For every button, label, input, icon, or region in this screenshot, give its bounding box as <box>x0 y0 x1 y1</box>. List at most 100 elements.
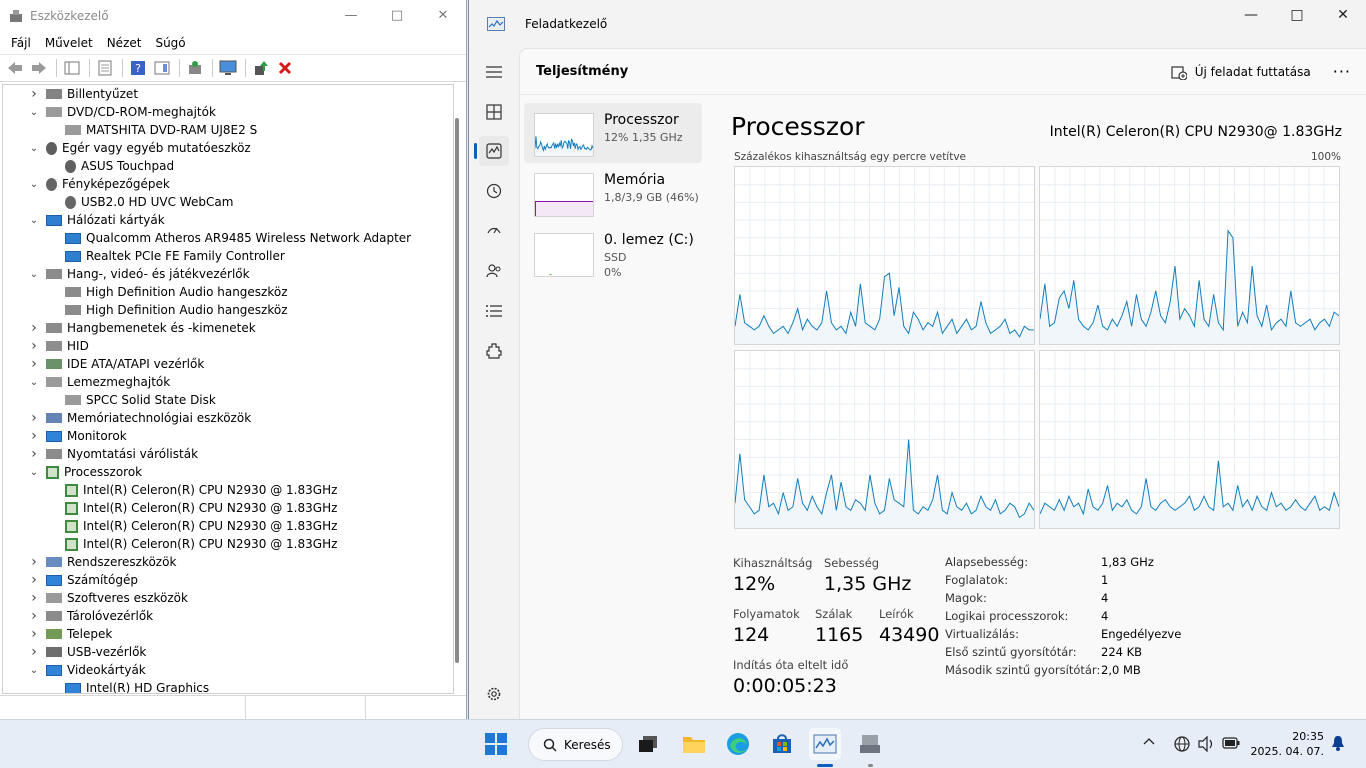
chevron-down-icon[interactable]: ⌄ <box>27 665 41 676</box>
chevron-right-icon[interactable]: › <box>27 644 41 660</box>
device-category[interactable]: ⌄ Egér vagy egyéb mutatóeszköz <box>3 139 453 157</box>
device-category[interactable]: ⌄ Hang-, videó- és játékvezérlők <box>3 265 453 283</box>
device-category[interactable]: › Monitorok <box>3 427 453 445</box>
resource-card-memory[interactable]: Memória 1,8/3,9 GB (46%) <box>524 163 702 223</box>
system-clock[interactable]: 20:35 2025. 04. 07. <box>1251 729 1324 759</box>
store-icon[interactable] <box>766 728 798 760</box>
device-category[interactable]: › USB-vezérlők <box>3 643 453 661</box>
help-icon[interactable]: ? <box>127 57 149 79</box>
chevron-down-icon[interactable]: ⌄ <box>27 215 41 226</box>
task-manager-icon[interactable] <box>809 728 841 760</box>
device-tree-item[interactable]: High Definition Audio hangeszköz <box>3 283 453 301</box>
edge-icon[interactable] <box>722 728 754 760</box>
uninstall-device-icon[interactable] <box>274 57 296 79</box>
resource-card-disk[interactable]: 0. lemez (C:) SSD 0% <box>524 223 702 283</box>
more-options-button[interactable]: ··· <box>1333 62 1351 81</box>
maximize-button[interactable]: □ <box>374 0 420 30</box>
chevron-down-icon[interactable]: ⌄ <box>27 179 41 190</box>
chevron-right-icon[interactable]: › <box>27 626 41 642</box>
run-new-task-button[interactable]: Új feladat futtatása <box>1171 64 1311 80</box>
users-icon[interactable] <box>479 256 509 286</box>
hamburger-menu-icon[interactable] <box>479 57 509 87</box>
device-category[interactable]: › Számítógép <box>3 571 453 589</box>
start-icon[interactable] <box>480 728 512 760</box>
device-tree-item[interactable]: Intel(R) HD Graphics <box>3 679 453 693</box>
action-pane-icon[interactable] <box>151 57 173 79</box>
resource-card-cpu[interactable]: Processzor 12% 1,35 GHz <box>524 103 702 163</box>
device-category[interactable]: ⌄ Videokártyák <box>3 661 453 679</box>
taskbar-search-box[interactable]: Keresés <box>528 728 623 761</box>
back-arrow-icon[interactable] <box>4 57 26 79</box>
notification-bell-icon[interactable] <box>1331 735 1345 754</box>
app-history-icon[interactable] <box>479 176 509 206</box>
chevron-down-icon[interactable]: ⌄ <box>27 467 41 478</box>
processes-icon[interactable] <box>479 97 509 127</box>
maximize-button[interactable]: □ <box>1274 0 1320 30</box>
device-tree-item[interactable]: Intel(R) Celeron(R) CPU N2930 @ 1.83GHz <box>3 535 453 553</box>
chevron-right-icon[interactable]: › <box>27 86 41 102</box>
services-icon[interactable] <box>479 336 509 366</box>
device-tree-scrollbar[interactable] <box>455 118 459 663</box>
file-explorer-icon[interactable] <box>678 728 710 760</box>
device-tree-item[interactable]: Intel(R) Celeron(R) CPU N2930 @ 1.83GHz <box>3 481 453 499</box>
properties-icon[interactable] <box>94 57 116 79</box>
device-tree-item[interactable]: SPCC Solid State Disk <box>3 391 453 409</box>
device-category[interactable]: ⌄ DVD/CD-ROM-meghajtók <box>3 103 453 121</box>
show-hidden-icons-chevron-icon[interactable] <box>1143 735 1155 749</box>
device-manager-icon[interactable] <box>854 728 886 760</box>
device-tree-item[interactable]: High Definition Audio hangeszköz <box>3 301 453 319</box>
minimize-button[interactable]: — <box>328 0 374 30</box>
device-category[interactable]: › IDE ATA/ATAPI vezérlők <box>3 355 453 373</box>
device-category[interactable]: › Billentyűzet <box>3 85 453 103</box>
chevron-right-icon[interactable]: › <box>27 356 41 372</box>
startup-apps-icon[interactable] <box>479 216 509 246</box>
device-category[interactable]: ⌄ Processzorok <box>3 463 453 481</box>
device-tree-item[interactable]: USB2.0 HD UVC WebCam <box>3 193 453 211</box>
menu-action[interactable]: Művelet <box>38 36 100 50</box>
chevron-right-icon[interactable]: › <box>27 410 41 426</box>
volume-icon[interactable] <box>1198 735 1216 755</box>
minimize-button[interactable]: — <box>1228 0 1274 30</box>
chevron-right-icon[interactable]: › <box>27 608 41 624</box>
task-view-icon[interactable] <box>632 728 664 760</box>
menu-help[interactable]: Súgó <box>148 36 192 50</box>
language-globe-icon[interactable] <box>1174 736 1190 755</box>
battery-icon[interactable] <box>1222 737 1240 752</box>
device-category[interactable]: ⌄ Fényképezőgépek <box>3 175 453 193</box>
close-button[interactable]: ✕ <box>1320 0 1366 30</box>
device-tree-item[interactable]: Realtek PCIe FE Family Controller <box>3 247 453 265</box>
device-category[interactable]: › Szoftveres eszközök <box>3 589 453 607</box>
device-category[interactable]: ⌄ Hálózati kártyák <box>3 211 453 229</box>
device-tree-item[interactable]: Qualcomm Atheros AR9485 Wireless Network… <box>3 229 453 247</box>
device-category[interactable]: › Rendszereszközök <box>3 553 453 571</box>
forward-arrow-icon[interactable] <box>28 57 50 79</box>
chevron-down-icon[interactable]: ⌄ <box>27 377 41 388</box>
device-category[interactable]: › Nyomtatási várólisták <box>3 445 453 463</box>
monitor-scan-icon[interactable] <box>217 57 239 79</box>
device-category[interactable]: ⌄ Lemezmeghajtók <box>3 373 453 391</box>
chevron-right-icon[interactable]: › <box>27 338 41 354</box>
chevron-right-icon[interactable]: › <box>27 446 41 462</box>
chevron-right-icon[interactable]: › <box>27 554 41 570</box>
device-category[interactable]: › Memóriatechnológiai eszközök <box>3 409 453 427</box>
details-icon[interactable] <box>479 296 509 326</box>
chevron-down-icon[interactable]: ⌄ <box>27 107 41 118</box>
device-category[interactable]: › Tárolóvezérlők <box>3 607 453 625</box>
chevron-right-icon[interactable]: › <box>27 320 41 336</box>
chevron-down-icon[interactable]: ⌄ <box>27 269 41 280</box>
chevron-right-icon[interactable]: › <box>27 572 41 588</box>
device-tree-item[interactable]: MATSHITA DVD-RAM UJ8E2 S <box>3 121 453 139</box>
device-category[interactable]: › Hangbemenetek és -kimenetek <box>3 319 453 337</box>
chevron-down-icon[interactable]: ⌄ <box>27 143 41 154</box>
device-tree-item[interactable]: Intel(R) Celeron(R) CPU N2930 @ 1.83GHz <box>3 499 453 517</box>
device-tree-item[interactable]: Intel(R) Celeron(R) CPU N2930 @ 1.83GHz <box>3 517 453 535</box>
performance-icon[interactable] <box>479 136 509 166</box>
update-driver-icon[interactable] <box>250 57 272 79</box>
chevron-right-icon[interactable]: › <box>27 590 41 606</box>
menu-file[interactable]: Fájl <box>4 36 38 50</box>
show-hide-console-tree-icon[interactable] <box>61 57 83 79</box>
scan-hardware-icon[interactable] <box>184 57 206 79</box>
device-category[interactable]: › Telepek <box>3 625 453 643</box>
device-tree-item[interactable]: ASUS Touchpad <box>3 157 453 175</box>
menu-view[interactable]: Nézet <box>100 36 149 50</box>
